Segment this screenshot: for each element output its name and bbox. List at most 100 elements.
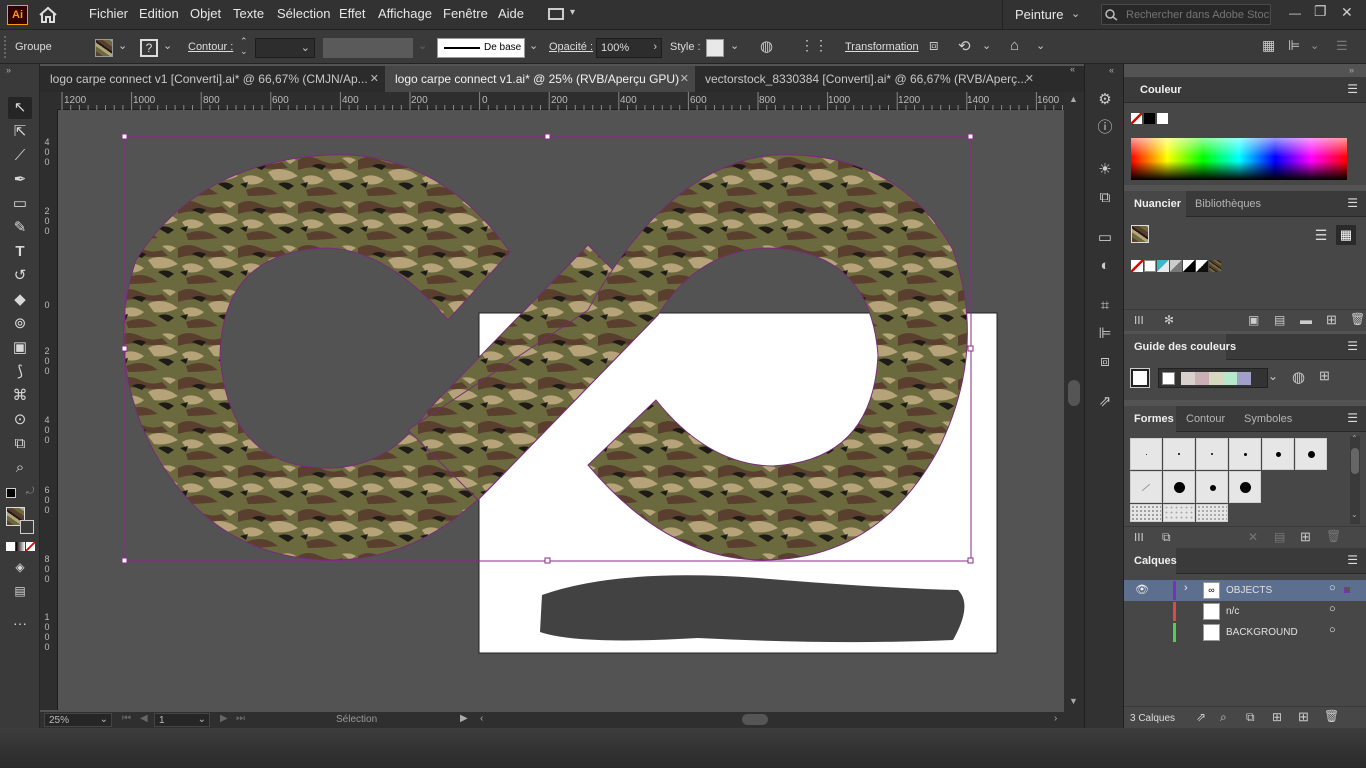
warp-icon[interactable]: ⌂ <box>1010 37 1019 54</box>
place-symbol-icon[interactable]: ⧉ <box>1162 530 1171 545</box>
tab-document-2[interactable]: logo carpe connect v1.ai* @ 25% (RVB/Ape… <box>385 66 695 92</box>
align-icon[interactable]: ⋮⋮ <box>800 37 828 54</box>
chevron-down-icon[interactable]: ⌄ <box>529 39 538 52</box>
panel-title[interactable]: Calques <box>1134 555 1177 567</box>
home-icon[interactable] <box>38 6 58 24</box>
list-view-icon[interactable]: ☰ <box>1312 226 1330 244</box>
libraries-icon[interactable]: ⅠⅠⅠ <box>1134 314 1144 327</box>
scroll-up-icon[interactable]: ⌃ <box>1351 434 1358 443</box>
brush-preset[interactable] <box>1196 438 1228 470</box>
panel-title[interactable]: Couleur <box>1140 84 1182 96</box>
trash-icon[interactable]: 🗑 <box>1324 709 1339 723</box>
chevron-down-icon[interactable]: ⌄ <box>118 39 127 52</box>
save-color-group-icon[interactable]: ⊞ <box>1319 368 1330 384</box>
color-mode-gradient[interactable] <box>16 542 25 551</box>
scroll-left-icon[interactable]: ‹ <box>480 713 483 724</box>
recolor-artwork-icon[interactable]: ◍ <box>760 37 773 55</box>
tab-formes[interactable]: Formes <box>1134 413 1174 425</box>
selection-tool[interactable]: ↖ <box>8 97 32 119</box>
panel-menu-icon[interactable]: ☰ <box>1347 411 1358 425</box>
ruler-origin[interactable] <box>40 92 58 110</box>
properties-icon[interactable]: ⚙ <box>1095 90 1115 110</box>
brush-definition[interactable]: De base <box>437 38 525 58</box>
layer-row[interactable]: BACKGROUND ○ <box>1124 622 1366 643</box>
new-swatch-icon[interactable]: ⊞ <box>1326 312 1337 328</box>
current-fill-swatch[interactable] <box>1131 225 1149 243</box>
info-icon[interactable]: ⓘ <box>1095 118 1115 138</box>
type-tool[interactable]: T <box>8 241 32 263</box>
brush-preset[interactable] <box>1130 471 1162 503</box>
trash-icon[interactable]: 🗑 <box>1326 529 1341 543</box>
swatch-black-a[interactable] <box>1183 260 1195 272</box>
screen-mode-icon[interactable]: ▤ <box>8 580 32 602</box>
swatch-cyan[interactable] <box>1157 260 1169 272</box>
menu-edition[interactable]: Edition <box>139 6 179 21</box>
libraries-icon[interactable]: ⅠⅠⅠ <box>1134 531 1144 544</box>
chevron-down-icon[interactable]: ⌄ <box>730 39 739 52</box>
scroll-down-icon[interactable]: ⌄ <box>1351 510 1358 519</box>
close-icon[interactable]: ✕ <box>370 66 379 92</box>
menu-aide[interactable]: Aide <box>498 6 524 21</box>
chevron-down-icon[interactable]: ⌄ <box>1036 39 1045 52</box>
symbol-sprayer-tool[interactable]: ⊙ <box>8 409 32 431</box>
last-artboard-button[interactable]: ⏭ <box>236 713 245 724</box>
eye-icon[interactable]: 👁 <box>1135 583 1149 596</box>
new-color-group-icon[interactable]: ▣ <box>1248 313 1259 327</box>
chevron-down-icon[interactable]: ⌄ <box>1310 39 1319 52</box>
panel-menu-icon[interactable]: ☰ <box>1347 339 1358 353</box>
artboard-tool[interactable]: ⧉ <box>8 433 32 455</box>
artboard-field[interactable]: 1 ⌄ <box>154 713 210 727</box>
brush-preset[interactable] <box>1163 438 1195 470</box>
swatch-registration[interactable] <box>1144 260 1156 272</box>
break-link-icon[interactable]: ✕ <box>1248 530 1258 544</box>
layer-row[interactable]: n/c ○ <box>1124 601 1366 622</box>
vertical-scrollbar[interactable]: ▲ ▼ <box>1064 92 1084 712</box>
status-menu-icon[interactable]: ▶ <box>460 713 468 724</box>
previous-artboard-button[interactable]: ◀ <box>140 713 148 724</box>
tab-bibliotheques[interactable]: Bibliothèques <box>1195 198 1261 210</box>
magic-wand-tool[interactable]: ⟋ <box>8 145 32 167</box>
paintbrush-tool[interactable]: ✎ <box>8 217 32 239</box>
opacity-field[interactable]: 100% › <box>596 38 662 58</box>
stroke-weight-field[interactable]: ⌄ <box>255 38 315 58</box>
trash-icon[interactable]: 🗑 <box>1350 312 1365 326</box>
edit-colors-icon[interactable]: ◍ <box>1292 368 1305 386</box>
panel-menu-icon[interactable]: ☰ <box>1336 38 1348 54</box>
clipping-mask-icon[interactable]: ⧉ <box>1246 710 1255 725</box>
close-icon[interactable]: ✕ <box>1025 66 1034 92</box>
close-button[interactable]: ✕ <box>1341 4 1353 21</box>
color-mode-none[interactable] <box>26 542 35 551</box>
pen-tool[interactable]: ✒ <box>8 169 32 191</box>
canvas-area[interactable] <box>58 110 1064 712</box>
chevron-down-icon[interactable]: ⌄ <box>1268 369 1278 383</box>
align-icon[interactable]: ⊫ <box>1095 324 1115 344</box>
export-icon[interactable]: ⇗ <box>1196 710 1206 724</box>
grid-view-icon[interactable]: ▦ <box>1336 225 1356 245</box>
eyedropper-tool[interactable]: ⟆ <box>8 361 32 383</box>
swatch-black-b[interactable] <box>1196 260 1208 272</box>
tab-symboles[interactable]: Symboles <box>1244 413 1292 425</box>
tab-document-3[interactable]: vectorstock_8330384 [Converti].ai* @ 66,… <box>695 66 1040 92</box>
swatch-options-icon[interactable]: ✻ <box>1164 313 1174 327</box>
menu-affichage[interactable]: Affichage <box>378 6 432 21</box>
swatch-gray[interactable] <box>1170 260 1182 272</box>
search-icon[interactable]: ⌕ <box>1220 710 1227 725</box>
base-color-swatch[interactable] <box>1130 368 1150 388</box>
menu-effet[interactable]: Effet <box>339 6 366 21</box>
collapse-icon[interactable]: « <box>1070 64 1075 74</box>
list-icon[interactable]: ▤ <box>1274 313 1285 327</box>
menu-fenetre[interactable]: Fenêtre <box>443 6 488 21</box>
artwork[interactable] <box>58 110 1064 712</box>
brush-preset[interactable] <box>1229 438 1261 470</box>
harmony-rules-strip[interactable] <box>1158 368 1268 388</box>
brush-preset[interactable] <box>1163 471 1195 503</box>
panel-menu-icon[interactable]: ☰ <box>1347 553 1358 567</box>
distribute-icon[interactable]: ⊫ <box>1288 37 1300 54</box>
tab-contour[interactable]: Contour <box>1186 413 1225 425</box>
color-spectrum[interactable] <box>1131 138 1347 180</box>
new-sublayer-icon[interactable]: ⊞ <box>1272 710 1282 724</box>
new-brush-icon[interactable]: ⊞ <box>1300 529 1311 545</box>
fill-swatch[interactable] <box>95 39 113 57</box>
collapse-icon[interactable]: » <box>1349 65 1354 75</box>
chevron-right-icon[interactable]: › <box>1184 582 1188 594</box>
